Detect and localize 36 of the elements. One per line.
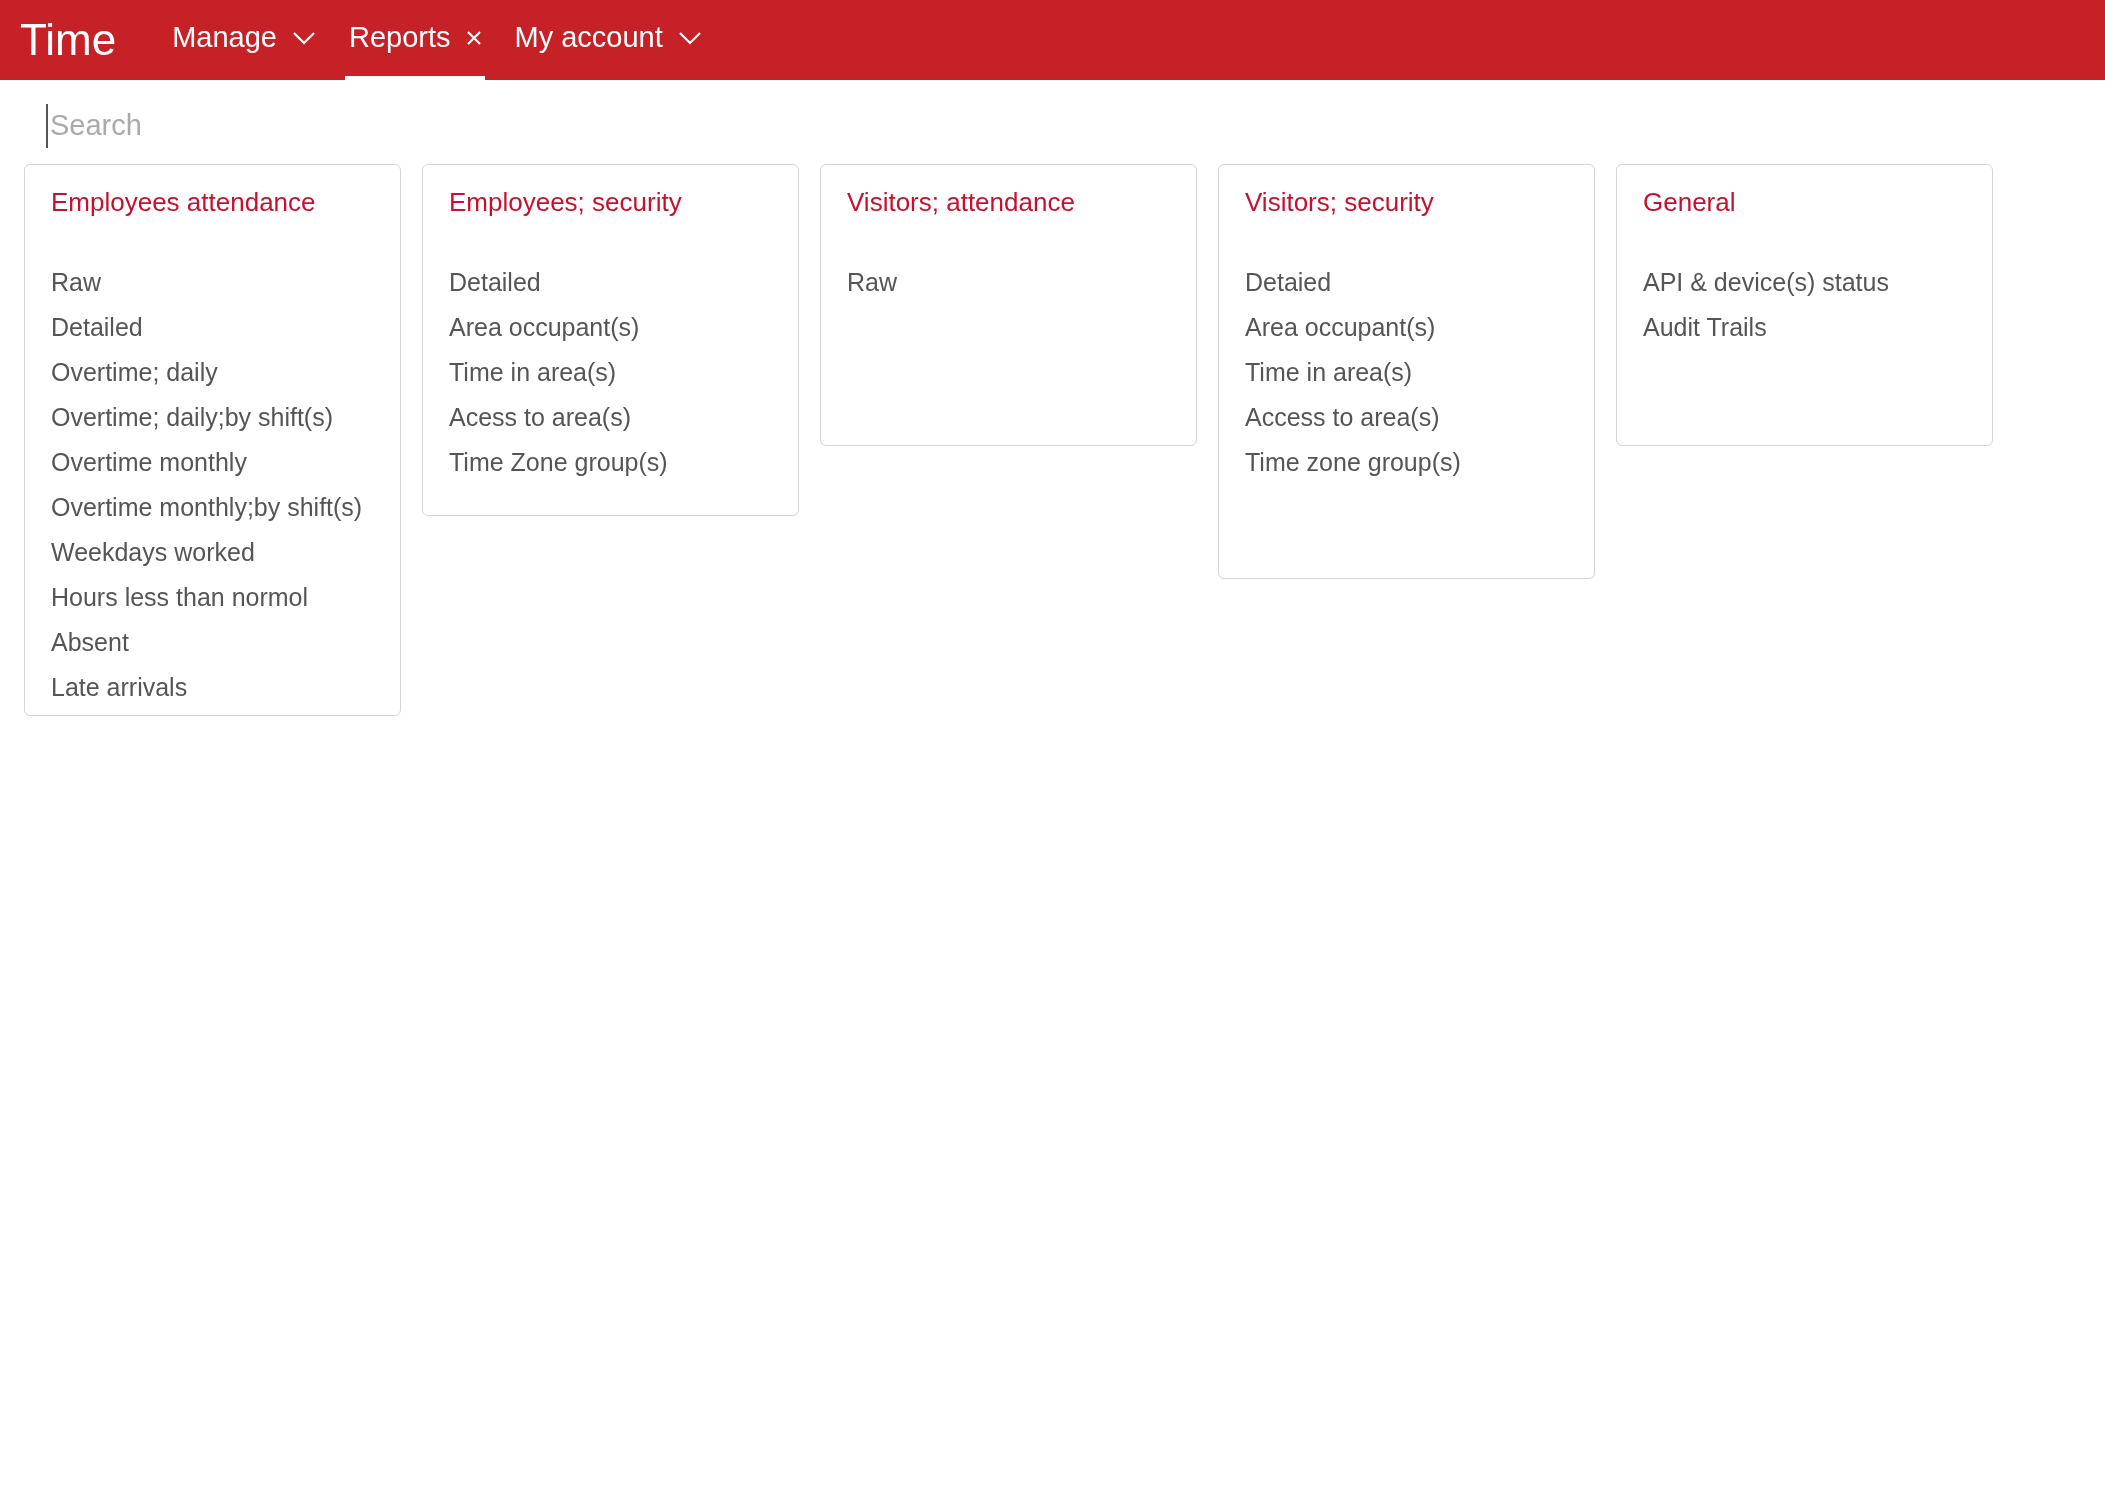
report-link[interactable]: Access to area(s) [1245,394,1568,440]
close-icon[interactable] [466,31,481,45]
card-title: Employees; security [449,185,683,219]
report-link[interactable]: Detailed [51,304,374,350]
report-link[interactable]: Area occupant(s) [1245,304,1568,350]
report-link[interactable]: Acess to area(s) [449,394,772,440]
report-link[interactable]: Detaied [1245,259,1568,305]
report-link[interactable]: Raw [51,259,374,305]
card-title: General [1643,185,1737,219]
report-link[interactable]: Detailed [449,259,772,305]
report-link[interactable]: Audit Trails [1643,304,1966,350]
nav-tab[interactable]: My account [510,0,705,80]
report-link[interactable]: Overtime monthly;by shift(s) [51,484,374,530]
nav-tab[interactable]: Reports [344,0,485,80]
report-link[interactable]: API & device(s) status [1643,259,1966,305]
chevron-down-icon [292,31,315,45]
report-link[interactable]: Late arrivals [51,664,374,710]
report-link[interactable]: Time in area(s) [1245,349,1568,395]
report-link[interactable]: Time in area(s) [449,349,772,395]
card-title: Visitors; attendance [847,185,1076,219]
report-link[interactable]: Overtime monthly [51,439,374,485]
nav-tab[interactable]: Manage [168,0,319,80]
report-link[interactable]: Weekdays worked [51,529,374,575]
app-title: Time [20,14,117,66]
search-field[interactable]: Search [46,104,846,148]
report-link[interactable]: Time Zone group(s) [449,439,772,485]
report-link[interactable]: Overtime; daily;by shift(s) [51,394,374,440]
report-link[interactable]: Hours less than normol [51,574,374,620]
chevron-down-icon [678,31,701,45]
report-link[interactable]: Raw [847,259,1170,305]
card-title: Employees attendance [51,185,317,219]
report-link[interactable]: Time zone group(s) [1245,439,1568,485]
report-link[interactable]: Absent [51,619,374,665]
report-link[interactable]: Area occupant(s) [449,304,772,350]
report-link[interactable]: Overtime; daily [51,349,374,395]
card-title: Visitors; security [1245,185,1435,219]
